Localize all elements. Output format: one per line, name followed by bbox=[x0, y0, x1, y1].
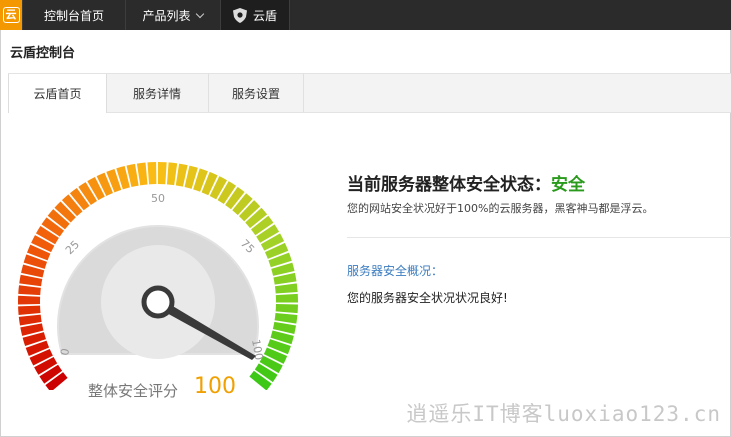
score-value: 100 bbox=[194, 374, 236, 399]
gauge-segment bbox=[274, 312, 298, 324]
gauge-segment bbox=[136, 162, 148, 186]
tab-service-settings[interactable]: 服务设置 bbox=[209, 74, 304, 112]
logo-text: 云 bbox=[2, 7, 20, 23]
nav-console-home-label: 控制台首页 bbox=[43, 8, 104, 23]
chevron-down-icon bbox=[195, 9, 204, 18]
gauge-segment bbox=[17, 295, 41, 305]
nav-console-home[interactable]: 控制台首页 bbox=[22, 0, 126, 30]
tick-label-50: 50 bbox=[151, 192, 165, 205]
page-title: 云盾控制台 bbox=[10, 46, 76, 61]
gauge-segment bbox=[166, 162, 178, 186]
status-value: 安全 bbox=[551, 175, 585, 195]
nav-yundun-label: 云盾 bbox=[253, 8, 278, 23]
score-label: 整体安全评分 bbox=[88, 382, 179, 400]
section-divider bbox=[347, 237, 731, 238]
gauge-segment bbox=[275, 304, 298, 314]
nav-product-list[interactable]: 产品列表 bbox=[125, 0, 221, 30]
tab-yundun-home[interactable]: 云盾首页 bbox=[8, 74, 107, 113]
gauge-segment bbox=[147, 162, 157, 185]
tick-label-25: 25 bbox=[63, 238, 82, 257]
overview-text: 您的服务器安全状况状况良好! bbox=[347, 291, 508, 305]
gauge-segment bbox=[18, 314, 42, 326]
gauge-segment bbox=[18, 285, 41, 296]
shield-icon bbox=[233, 7, 247, 23]
tick-label-75: 75 bbox=[238, 237, 257, 256]
yundun-logo[interactable]: 云 bbox=[0, 0, 22, 30]
overview-title: 服务器安全概况： bbox=[347, 264, 444, 278]
gauge-needle-hub bbox=[141, 285, 175, 319]
top-nav-bar: 云 控制台首页 产品列表 云盾 bbox=[0, 0, 731, 30]
gauge-segment bbox=[18, 305, 41, 316]
security-gauge: 0 25 50 75 100 bbox=[17, 162, 298, 390]
nav-yundun[interactable]: 云盾 bbox=[221, 0, 290, 30]
tab-service-details[interactable]: 服务详情 bbox=[106, 74, 209, 112]
gauge-segment bbox=[275, 293, 298, 303]
status-title-text: 当前服务器整体安全状态： bbox=[347, 175, 551, 195]
gauge-segment bbox=[274, 283, 298, 294]
status-description: 您的网站安全状况好于100%的云服务器，黑客神马都是浮云。 bbox=[347, 202, 654, 215]
tab-bar: 云盾首页 服务详情 服务设置 bbox=[8, 73, 731, 113]
watermark-text: 逍遥乐IT博客luoxiao123.cn bbox=[406, 402, 721, 426]
security-status-heading: 当前服务器整体安全状态：安全 bbox=[347, 170, 585, 195]
nav-product-list-label: 产品列表 bbox=[142, 8, 191, 23]
gauge-segment bbox=[158, 162, 167, 185]
